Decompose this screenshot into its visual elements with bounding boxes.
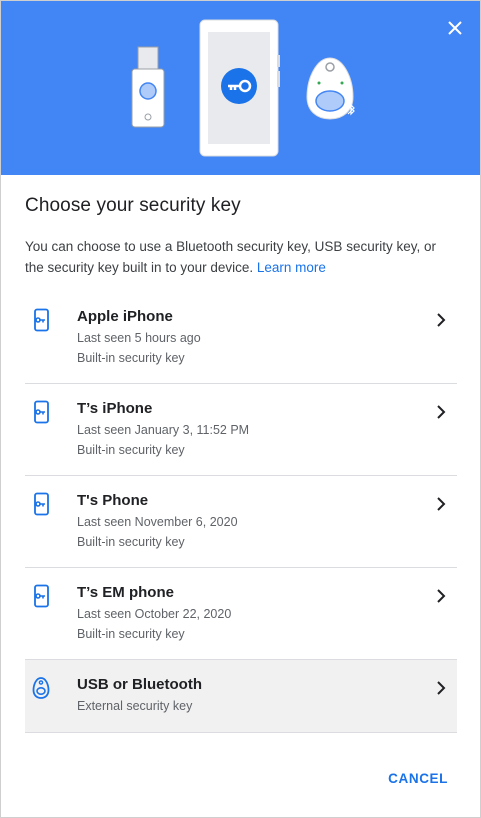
- phone-key-icon: [34, 492, 49, 516]
- dialog-description: You can choose to use a Bluetooth securi…: [25, 236, 455, 278]
- phone-key-icon: [34, 400, 49, 424]
- device-item-apple-iphone[interactable]: Apple iPhone Last seen 5 hours ago Built…: [25, 292, 457, 384]
- chevron-right-icon: [437, 405, 446, 419]
- learn-more-link[interactable]: Learn more: [257, 260, 326, 275]
- device-name: T’s EM phone: [77, 584, 174, 601]
- device-item-ts-em-phone[interactable]: T’s EM phone Last seen October 22, 2020 …: [25, 568, 457, 660]
- device-type: Built-in security key: [77, 351, 185, 365]
- device-name: Apple iPhone: [77, 308, 173, 325]
- bluetooth-key-icon: [32, 677, 50, 699]
- device-name: T's Phone: [77, 492, 149, 509]
- dialog-title: Choose your security key: [25, 195, 241, 216]
- phone-key-icon: [34, 308, 49, 332]
- cancel-button[interactable]: CANCEL: [388, 771, 448, 786]
- chevron-right-icon: [437, 681, 446, 695]
- chevron-right-icon: [437, 497, 446, 511]
- device-list: Apple iPhone Last seen 5 hours ago Built…: [25, 292, 457, 733]
- security-key-dialog: Choose your security key You can choose …: [0, 0, 481, 818]
- device-last-seen: Last seen November 6, 2020: [77, 515, 238, 529]
- device-type: Built-in security key: [77, 535, 185, 549]
- close-button[interactable]: [442, 15, 468, 41]
- device-type: Built-in security key: [77, 627, 185, 641]
- device-name: T’s iPhone: [77, 400, 153, 417]
- phone-key-icon: [34, 584, 49, 608]
- chevron-right-icon: [437, 313, 446, 327]
- device-item-ts-iphone[interactable]: T’s iPhone Last seen January 3, 11:52 PM…: [25, 384, 457, 476]
- chevron-right-icon: [437, 589, 446, 603]
- device-last-seen: Last seen January 3, 11:52 PM: [77, 423, 250, 437]
- device-type: External security key: [77, 699, 193, 713]
- device-name: USB or Bluetooth: [77, 676, 202, 693]
- device-last-seen: Last seen 5 hours ago: [77, 331, 201, 345]
- device-item-ts-phone[interactable]: T's Phone Last seen November 6, 2020 Bui…: [25, 476, 457, 568]
- close-icon: [448, 21, 462, 35]
- device-type: Built-in security key: [77, 443, 185, 457]
- device-last-seen: Last seen October 22, 2020: [77, 607, 232, 621]
- description-text: You can choose to use a Bluetooth securi…: [25, 239, 436, 275]
- device-item-usb-or-bluetooth[interactable]: USB or Bluetooth External security key: [25, 660, 457, 733]
- hero-illustration: [1, 1, 480, 175]
- security-keys-illustration: [131, 19, 355, 157]
